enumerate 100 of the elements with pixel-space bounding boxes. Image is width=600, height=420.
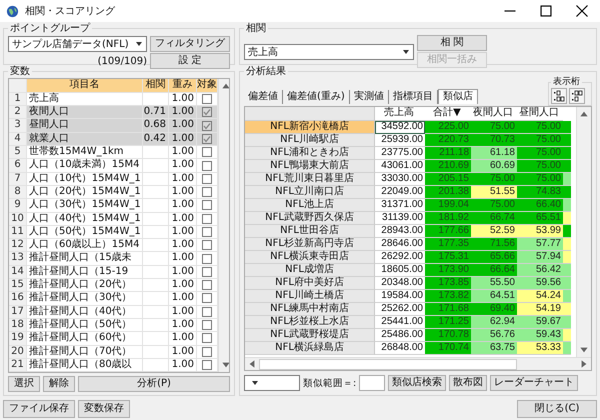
store-name-cell[interactable]: NFL立川南口店 (245, 186, 375, 199)
store-name-cell[interactable]: NFL浦和ときわ店 (245, 147, 375, 160)
checkbox[interactable] (202, 107, 212, 118)
store-name-cell[interactable]: NFL府中美好店 (245, 277, 375, 290)
range-dropdown[interactable] (244, 375, 300, 391)
checkbox[interactable] (202, 320, 212, 330)
table-row[interactable]: 17 推計昼間人口（40代） 1.00 (9, 306, 218, 319)
checkbox[interactable] (202, 227, 212, 237)
table-row[interactable]: 6 人口（10歳未満）15M4 1.00 (9, 159, 218, 173)
store-name-cell[interactable]: NFL世田谷店 (245, 225, 375, 238)
table-row[interactable]: 20 推計昼間人口（70代） 1.00 (9, 346, 218, 359)
settings-button[interactable]: 設 定 (150, 53, 230, 69)
table-row[interactable]: 4 就業人口 0.42 1.00 (9, 132, 218, 146)
window-title: 相関・スコアリング (25, 4, 115, 18)
store-name-cell[interactable]: NFL荒川東日暮里店 (245, 173, 375, 186)
action-button[interactable]: レーダーチャート (490, 375, 578, 391)
store-name-cell[interactable]: NFL新宿小滝橋店 (245, 121, 375, 134)
checkbox[interactable] (202, 94, 212, 104)
table-row[interactable]: 12 人口（60歳以上）15M4 1.00 (9, 239, 218, 252)
action-button[interactable]: 類似店検索 (388, 375, 446, 391)
save-button[interactable]: ファイル保存 (3, 400, 75, 418)
checkbox[interactable] (202, 160, 212, 171)
store-name-cell[interactable]: NFL横浜東寺田店 (245, 251, 375, 264)
column-header[interactable]: 合計▼ (425, 107, 471, 121)
table-row[interactable]: 7 人口（10代）15M4W_1 1.00 (9, 172, 218, 186)
tab[interactable]: 偏差値 (244, 90, 283, 104)
checkbox[interactable] (202, 174, 212, 184)
table-row[interactable]: 14 推計昼間人口（15-19 1.00 (9, 266, 218, 280)
store-name-cell[interactable]: NFL鴨場東大前店 (245, 160, 375, 173)
checkbox[interactable] (202, 280, 212, 290)
range-input-field[interactable] (359, 375, 386, 391)
decrease-decimal-icon[interactable] (569, 88, 585, 104)
checkbox[interactable] (202, 266, 212, 277)
checkbox[interactable] (202, 360, 212, 370)
tab[interactable]: 実測値 (350, 90, 389, 104)
column-header[interactable]: 重み (169, 79, 197, 93)
clear-button[interactable]: 解除 (43, 376, 75, 392)
row-number: 12 (9, 239, 27, 252)
heat-cell: 57.77 (517, 238, 563, 251)
heat-cell: 54.24 (517, 290, 563, 303)
tab[interactable]: 偏差値(重み) (283, 90, 350, 104)
table-row[interactable]: 1 売上高 1.00 (9, 92, 218, 106)
table-row[interactable]: 10 人口（40代）15M4W_1 1.00 (9, 212, 218, 226)
store-name-cell[interactable]: NFL成増店 (245, 264, 375, 277)
table-row[interactable]: 16 推計昼間人口（30代） 1.00 (9, 292, 218, 306)
table-row[interactable]: 8 人口（20代）15M4W_1 1.00 (9, 186, 218, 200)
vertical-scrollbar[interactable] (218, 79, 229, 372)
filter-button[interactable]: フィルタリング (150, 36, 230, 52)
target-dropdown[interactable]: 売上高 (244, 44, 414, 60)
table-row[interactable]: 5 世帯数15M4W_1km 1.00 (9, 146, 218, 160)
store-name-cell[interactable]: NFL杉並新高円寺店 (245, 238, 375, 251)
checkbox[interactable] (202, 120, 212, 131)
table-row[interactable]: 21 推計昼間人口（80歳以 1.00 (9, 358, 218, 372)
checkbox[interactable] (202, 214, 212, 224)
checkbox[interactable] (202, 306, 212, 317)
store-name-cell[interactable]: NFL武蔵野西久保店 (245, 212, 375, 225)
store-name-cell[interactable]: NFL横浜緑島店 (245, 342, 375, 355)
increase-decimal-icon[interactable] (551, 88, 567, 104)
checkbox[interactable] (202, 200, 212, 210)
table-row[interactable]: 19 推計昼間人口（60代） 1.00 (9, 332, 218, 346)
correlation-button[interactable]: 相 関 (417, 35, 487, 51)
horizontal-scrollbar[interactable] (245, 357, 591, 370)
heat-cell: 52.59 (471, 225, 517, 238)
save-button[interactable]: 変数保存 (78, 400, 130, 418)
checkbox[interactable] (202, 240, 212, 250)
group-dropdown[interactable]: サンプル店舗データ(NFL) (8, 36, 147, 52)
checkbox[interactable] (202, 147, 212, 158)
table-row[interactable]: 3 昼間人口 0.68 1.00 (9, 119, 218, 133)
table-row[interactable]: 15 推計昼間人口（20代） 1.00 (9, 279, 218, 292)
checkbox[interactable] (202, 346, 212, 357)
analyze-button[interactable]: 分析(P) (78, 376, 230, 392)
tab[interactable]: 類似店 (438, 89, 478, 104)
table-row[interactable]: 13 推計昼間人口（15歳未 1.00 (9, 252, 218, 266)
store-name-cell[interactable]: NFL杉並桜上水店 (245, 316, 375, 329)
store-name-cell[interactable]: NFL川崎土橋店 (245, 290, 375, 303)
checkbox[interactable] (202, 293, 212, 304)
vertical-scrollbar[interactable] (576, 107, 591, 357)
store-name-cell[interactable]: NFL川崎駅店 (245, 134, 375, 147)
checkbox[interactable] (202, 254, 212, 264)
checkbox[interactable] (202, 333, 212, 344)
column-header[interactable]: 昼間人口 (517, 107, 563, 121)
column-header[interactable]: 相関 (143, 79, 169, 93)
select-button[interactable]: 選択 (8, 376, 40, 392)
heat-cell: 75.00 (517, 147, 563, 160)
store-name-cell[interactable]: NFL池上店 (245, 199, 375, 212)
table-cell: 25441.00 (375, 316, 425, 329)
row-number: 8 (9, 186, 27, 200)
table-row[interactable]: 2 夜間人口 0.71 1.00 (9, 106, 218, 120)
store-name-cell[interactable]: NFL武蔵野桜堤店 (245, 329, 375, 342)
table-row[interactable]: 18 推計昼間人口（50代） 1.00 (9, 318, 218, 332)
table-row[interactable]: 9 人口（30代）15M4W_1 1.00 (9, 199, 218, 213)
row-number: 21 (9, 358, 27, 372)
close-button[interactable]: 閉じる(C) (517, 400, 597, 418)
table-row[interactable]: 11 人口（50代）15M4W_1 1.00 (9, 226, 218, 240)
action-button[interactable]: 散布図 (449, 375, 488, 391)
checkbox[interactable] (202, 187, 212, 198)
store-name-cell[interactable]: NFL練馬中村南店 (245, 303, 375, 316)
heat-cell: 62.94 (471, 316, 517, 329)
checkbox[interactable] (202, 134, 212, 144)
column-header[interactable]: 項目名 (27, 79, 143, 93)
